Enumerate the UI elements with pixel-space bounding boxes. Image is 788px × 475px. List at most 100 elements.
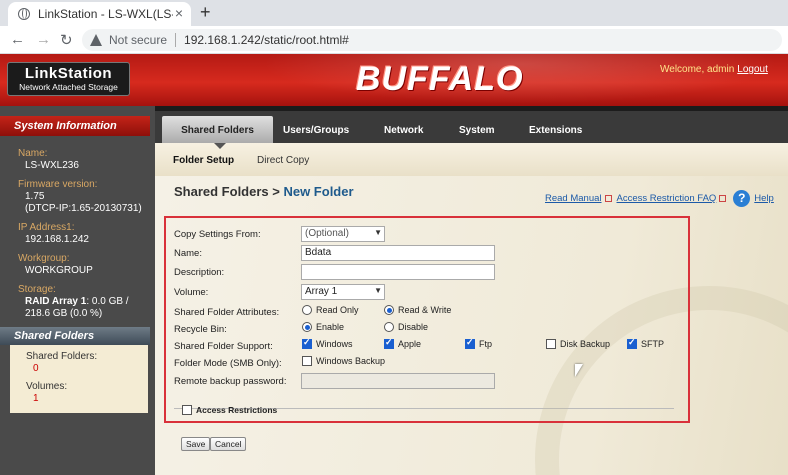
external-link-icon xyxy=(604,195,612,202)
tab-users-groups[interactable]: Users/Groups xyxy=(283,116,349,144)
workgroup-label: Workgroup: xyxy=(18,253,70,264)
welcome-text: Welcome, admin Logout xyxy=(660,64,768,75)
windows-checkbox[interactable]: Windows xyxy=(302,337,353,349)
tab-extensions[interactable]: Extensions xyxy=(529,116,582,144)
description-input[interactable] xyxy=(301,264,495,280)
support-label: Shared Folder Support: xyxy=(174,341,273,352)
back-icon[interactable]: ← xyxy=(10,31,25,48)
windows-backup-label: Windows Backup xyxy=(316,356,386,366)
disk-backup-checkbox[interactable]: Disk Backup xyxy=(546,339,610,349)
recycle-row: Recycle Bin: Enable Disable xyxy=(174,321,674,338)
volumes-label: Volumes: xyxy=(26,381,68,392)
save-button[interactable]: Save xyxy=(181,437,211,451)
read-manual-link[interactable]: Read Manual xyxy=(545,193,602,204)
reload-icon[interactable]: ↻ xyxy=(60,31,73,49)
close-icon[interactable]: × xyxy=(175,5,183,21)
chevron-down-icon: ▼ xyxy=(374,286,382,295)
access-restrictions-row: Access Restrictions xyxy=(174,404,674,421)
checkbox-checked-icon xyxy=(465,337,475,349)
tab-shared-folders[interactable]: Shared Folders xyxy=(162,116,273,144)
checkbox-icon xyxy=(302,356,312,366)
read-only-radio[interactable]: Read Only xyxy=(302,305,359,315)
ip-value: 192.168.1.242 xyxy=(25,234,89,245)
product-name: LinkStation xyxy=(24,65,113,82)
attributes-row: Shared Folder Attributes: Read Only Read… xyxy=(174,304,674,321)
help-icon[interactable]: ? xyxy=(733,190,751,207)
description-row: Description: xyxy=(174,264,674,281)
checkbox-checked-icon xyxy=(627,337,637,349)
sftp-checkbox[interactable]: SFTP xyxy=(627,337,664,349)
access-restrictions-checkbox[interactable]: Access Restrictions xyxy=(182,405,277,415)
name-value: LS-WXL236 xyxy=(25,160,79,171)
firmware-dtcp: (DTCP-IP:1.65-20130731) xyxy=(25,203,142,214)
subtab-folder-setup[interactable]: Folder Setup xyxy=(173,155,234,166)
checkbox-icon xyxy=(546,339,556,349)
storage-value: RAID Array 1: 0.0 GB / xyxy=(18,296,142,308)
browser-tab-strip: LinkStation - LS-WXL(LS-WXL236 × + xyxy=(0,0,788,26)
folder-mode-label: Folder Mode (SMB Only): xyxy=(174,358,282,369)
new-tab-icon[interactable]: + xyxy=(200,2,211,23)
copy-settings-row: Copy Settings From: (Optional) ▼ xyxy=(174,226,674,243)
recycle-disable-radio[interactable]: Disable xyxy=(384,322,428,332)
copy-settings-select[interactable]: (Optional) ▼ xyxy=(301,226,385,242)
chevron-down-icon: ▼ xyxy=(374,228,382,237)
workgroup-value: WORKGROUP xyxy=(25,265,93,276)
url-text: 192.168.1.242/static/root.html# xyxy=(184,33,349,47)
shared-folders-heading: Shared Folders xyxy=(0,327,150,345)
ip-label: IP Address1: xyxy=(18,222,75,233)
volume-label: Volume: xyxy=(174,287,209,298)
recycle-enable-label: Enable xyxy=(316,322,345,332)
volume-value: Array 1 xyxy=(305,286,338,297)
description-label: Description: xyxy=(174,267,225,278)
breadcrumb-current: New Folder xyxy=(283,184,354,199)
checkbox-icon xyxy=(182,405,192,415)
windows-backup-checkbox[interactable]: Windows Backup xyxy=(302,356,385,366)
forward-icon[interactable]: → xyxy=(36,31,51,48)
read-only-label: Read Only xyxy=(316,305,359,315)
support-row: Shared Folder Support: Windows Apple Ftp… xyxy=(174,337,674,355)
volumes-count: 1 xyxy=(33,393,39,404)
cancel-button[interactable]: Cancel xyxy=(210,437,247,451)
recycle-enable-radio[interactable]: Enable xyxy=(302,322,344,332)
radio-selected-icon xyxy=(384,305,394,315)
volume-select[interactable]: Array 1 ▼ xyxy=(301,284,385,300)
apple-label: Apple xyxy=(398,339,422,349)
name-label: Name: xyxy=(174,248,202,259)
sub-nav: Folder Setup Direct Copy xyxy=(155,143,788,176)
browser-tab[interactable]: LinkStation - LS-WXL(LS-WXL236 × xyxy=(8,2,191,26)
warning-icon xyxy=(90,34,103,46)
name-input[interactable]: Bdata xyxy=(301,245,495,261)
firmware-label: Firmware version: xyxy=(18,179,98,190)
firmware-value: 1.75 xyxy=(25,191,45,202)
buffalo-logo: BUFFALO xyxy=(356,60,524,98)
welcome-label: Welcome, admin xyxy=(660,64,735,75)
divider xyxy=(175,33,177,47)
access-faq-link[interactable]: Access Restriction FAQ xyxy=(617,193,717,204)
recycle-disable-label: Disable xyxy=(398,322,429,332)
recycle-label: Recycle Bin: xyxy=(174,324,227,335)
copy-settings-value: (Optional) xyxy=(305,228,349,239)
page-title: Shared Folders > New Folder xyxy=(174,184,354,199)
windows-label: Windows xyxy=(316,339,353,349)
volume-row: Volume: Array 1 ▼ xyxy=(174,284,674,301)
remote-password-input[interactable] xyxy=(301,373,495,389)
url-input[interactable]: Not secure 192.168.1.242/static/root.htm… xyxy=(82,29,782,51)
name-row: Name: Bdata xyxy=(174,245,674,262)
folder-mode-row: Folder Mode (SMB Only): Windows Backup xyxy=(174,355,674,372)
mouse-cursor-icon xyxy=(575,364,583,377)
tab-system[interactable]: System xyxy=(459,116,495,144)
sidebar: System Information Name: LS-WXL236 Firmw… xyxy=(0,106,155,475)
read-write-radio[interactable]: Read & Write xyxy=(384,305,451,315)
tab-network[interactable]: Network xyxy=(384,116,423,144)
radio-selected-icon xyxy=(302,322,312,332)
subtab-direct-copy[interactable]: Direct Copy xyxy=(257,155,309,166)
checkbox-checked-icon xyxy=(384,337,394,349)
name-label: Name: xyxy=(18,148,48,159)
ftp-checkbox[interactable]: Ftp xyxy=(465,337,492,349)
apple-checkbox[interactable]: Apple xyxy=(384,337,422,349)
shared-folders-count: 0 xyxy=(33,363,39,374)
globe-icon xyxy=(18,8,30,20)
logout-link[interactable]: Logout xyxy=(737,64,768,75)
help-link[interactable]: Help xyxy=(754,193,774,204)
storage-label: Storage: xyxy=(18,284,56,295)
